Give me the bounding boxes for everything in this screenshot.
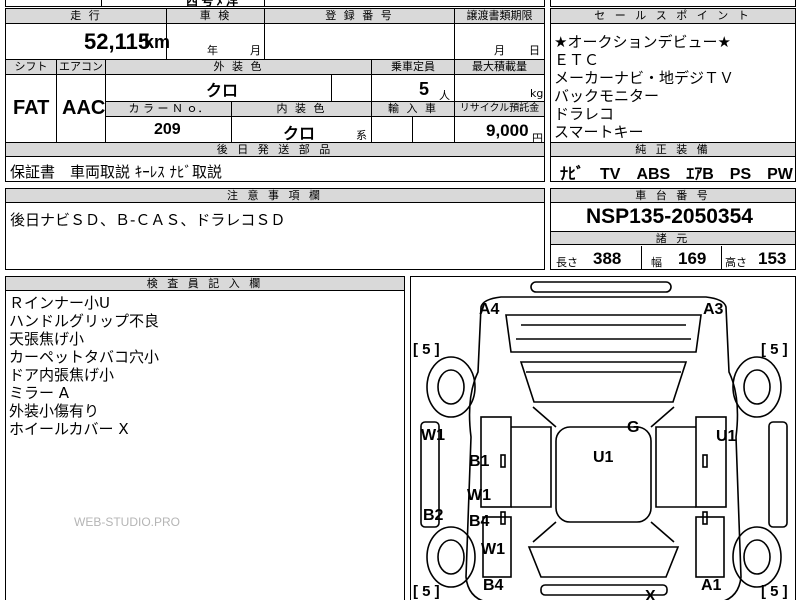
sales-points-panel: セ ー ル ス ポ イ ン ト ★オークションデビュー★ ＥＴＣ メーカーナビ・… [550,8,796,143]
sales-point-item: スマートキー [554,123,644,141]
shift-value: FAT [13,97,50,119]
sales-point-item: ドラレコ [554,105,615,123]
damage-label-b2: B2 [423,507,444,524]
sales-point-item: バックモニター [554,87,660,105]
header-import: 輸 入 車 [372,102,454,116]
inspector-line: Ｒインナー小U [9,294,110,312]
top-strip-right [550,0,796,7]
genuine-equipment-value: ﾅﾋﾞ TV ABS ｴｱB PS PW [560,166,793,183]
exterior-color-value: クロ [206,83,239,100]
car-diagram-panel: [ 5 ] [ 5 ] [ 5 ] [ 5 ] A4 A3 W1 U1 G U1… [410,276,796,600]
header-registration: 登 録 番 号 [265,9,454,23]
inspection-year: 年 [207,44,218,57]
notes-value: 後日ナビＳＤ、Ｂ-ＣＡＳ、ドラレコＳＤ [10,211,286,229]
tire-mark-front-left: [ 5 ] [413,341,440,358]
header-color-no: カ ラ ー Ｎ ｏ． [106,102,231,116]
header-shift: シフト [6,60,56,74]
top-strip: 西 号 ﾒ 洋 [5,0,545,8]
damage-label-b4-door: B4 [469,513,490,530]
genuine-equipment-panel: 純 正 装 備 ﾅﾋﾞ TV ABS ｴｱB PS PW [550,142,796,183]
header-transfer-deadline: 譲渡書類期限 [455,9,544,23]
damage-label-a1: A1 [701,577,722,594]
transfer-month: 月 [494,44,505,57]
delivery-parts-header: 後 日 発 送 部 品 [6,143,544,157]
aircon-value: AAC [62,97,106,119]
color-no-value: 209 [154,121,181,138]
header-aircon: エアコン [57,60,105,74]
sales-point-item: メーカーナビ・地デジＴＶ [554,69,735,87]
damage-label-b1: B1 [469,453,490,470]
damage-label-a3: A3 [703,301,724,318]
mileage-unit: km [144,32,171,52]
damage-label-w1-left: W1 [421,427,445,444]
damage-label-w1-door: W1 [467,487,491,504]
inspector-header: 検 査 員 記 入 欄 [6,277,404,291]
inspector-line: ホイールカバー X [9,420,129,438]
inspector-panel: 検 査 員 記 入 欄 Ｒインナー小U ハンドルグリップ不良 天張焦げ小 カーペ… [5,276,405,600]
spec-height-label: 高さ [725,256,747,269]
specs-header: 諸 元 [551,231,795,245]
damage-label-b4-rear: B4 [483,577,504,594]
header-max-load: 最大積載量 [455,60,544,74]
damage-label-u1-right: U1 [716,428,737,445]
chassis-panel: 車 台 番 号 NSP135-2050354 諸 元 長さ 388 幅 169 … [550,188,796,270]
interior-suffix: 系 [356,129,367,142]
watermark: WEB-STUDIO.PRO [74,515,181,529]
spec-height-value: 153 [758,249,787,268]
header-exterior-color: 外 装 色 [106,60,371,74]
inspector-line: 天張焦げ小 [9,330,85,348]
mileage-value: 52,115 [84,29,151,54]
sales-point-item: ★オークションデビュー★ [554,33,731,51]
recycle-value: 9,000 [486,121,529,140]
notes-panel: 注 意 事 項 欄 後日ナビＳＤ、Ｂ-ＣＡＳ、ドラレコＳＤ [5,188,545,270]
damage-label-x: X [645,588,656,600]
chassis-header: 車 台 番 号 [551,189,795,203]
transfer-day: 日 [529,44,540,57]
tire-mark-rear-right: [ 5 ] [761,583,788,600]
vehicle-info-table: 走 行 車 検 登 録 番 号 譲渡書類期限 52,115 km 年 月 月 日… [5,8,545,145]
tire-mark-front-right: [ 5 ] [761,341,788,358]
inspector-line: ドア内張焦げ小 [9,366,115,384]
interior-color-value: クロ [283,126,316,143]
delivery-parts-panel: 後 日 発 送 部 品 保証書 車両取説 ｷｰﾚｽ ﾅﾋﾞ取説 [5,142,545,182]
inspection-month: 月 [250,44,261,57]
header-interior-color: 内 装 色 [232,102,371,116]
header-inspection: 車 検 [167,9,264,23]
spec-width-label: 幅 [651,256,662,269]
spec-length-value: 388 [593,249,622,268]
spec-width-value: 169 [678,249,707,268]
header-capacity: 乗車定員 [372,60,454,74]
genuine-equipment-header: 純 正 装 備 [551,143,795,157]
inspector-line: ミラー A [9,384,70,402]
inspector-line: カーペットタバコ穴小 [9,348,160,366]
max-load-unit: kg [530,87,544,100]
damage-label-g: G [627,419,640,436]
sales-point-item: ＥＴＣ [554,51,600,69]
chassis-number: NSP135-2050354 [586,205,753,228]
tire-mark-rear-left: [ 5 ] [413,583,440,600]
header-mileage: 走 行 [6,9,166,23]
header-recycle: リサイクル預託金 [455,102,544,116]
spec-length-label: 長さ [556,256,578,269]
capacity-value: 5 [419,79,430,99]
sales-points-header: セ ー ル ス ポ イ ン ト [551,9,795,24]
damage-label-a4: A4 [479,301,500,318]
damage-label-w1-rear: W1 [481,541,505,558]
car-outline-diagram [420,281,788,600]
inspector-line: ハンドルグリップ不良 [9,312,160,330]
delivery-parts-value: 保証書 車両取説 ｷｰﾚｽ ﾅﾋﾞ取説 [10,163,223,181]
damage-label-u1-roof: U1 [593,449,614,466]
notes-header: 注 意 事 項 欄 [6,189,544,203]
inspector-line: 外装小傷有り [9,402,100,420]
